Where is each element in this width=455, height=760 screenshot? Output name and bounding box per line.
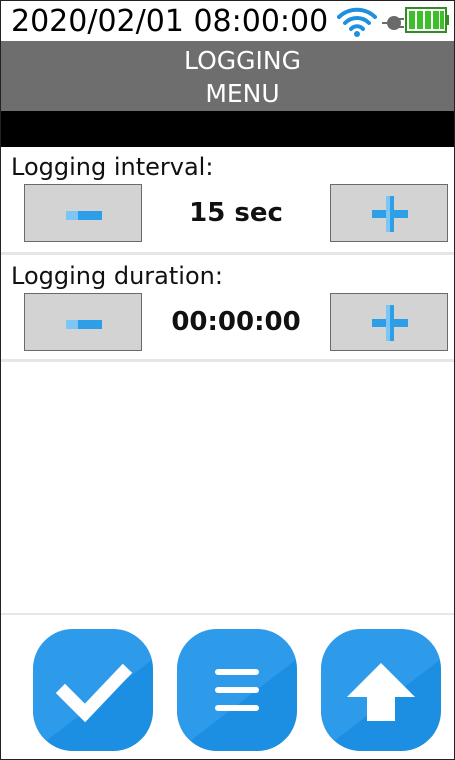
logging-interval-decrease-button[interactable]: [24, 184, 142, 242]
plus-icon: [372, 196, 408, 232]
logging-menu-screen: 2020/02/01 08:00:00 LOGGING MENU Logging…: [0, 0, 455, 760]
minus-icon: [66, 320, 102, 329]
back-up-button[interactable]: [321, 629, 441, 751]
logging-duration-increase-button[interactable]: [330, 293, 448, 351]
logging-interval-section: Logging interval: 15 sec: [1, 151, 454, 251]
checkmark-icon: [33, 629, 153, 751]
wifi-icon: [337, 7, 377, 37]
page-title: LOGGING MENU: [1, 41, 454, 111]
logging-duration-value: 00:00:00: [171, 307, 301, 337]
status-bar: 2020/02/01 08:00:00: [1, 1, 454, 41]
plus-icon: [372, 305, 408, 341]
title-line-1: LOGGING: [184, 46, 301, 75]
logging-interval-value: 15 sec: [189, 198, 283, 228]
plug-icon: [382, 16, 404, 30]
menu-icon: [177, 629, 297, 751]
footer-divider: [1, 613, 454, 615]
logging-interval-label: Logging interval:: [11, 153, 214, 181]
logging-interval-increase-button[interactable]: [330, 184, 448, 242]
logging-duration-label: Logging duration:: [11, 262, 223, 290]
logging-duration-decrease-button[interactable]: [24, 293, 142, 351]
datetime: 2020/02/01 08:00:00: [11, 4, 329, 39]
header-divider-bar: [1, 111, 454, 147]
logging-duration-section: Logging duration: 00:00:00: [1, 260, 454, 360]
minus-icon: [66, 211, 102, 220]
up-arrow-icon: [321, 629, 441, 751]
confirm-button[interactable]: [33, 629, 153, 751]
menu-button[interactable]: [177, 629, 297, 751]
battery-icon: [405, 7, 449, 33]
title-line-2: MENU: [205, 79, 280, 108]
section-divider: [1, 252, 454, 255]
section-divider: [1, 359, 454, 362]
